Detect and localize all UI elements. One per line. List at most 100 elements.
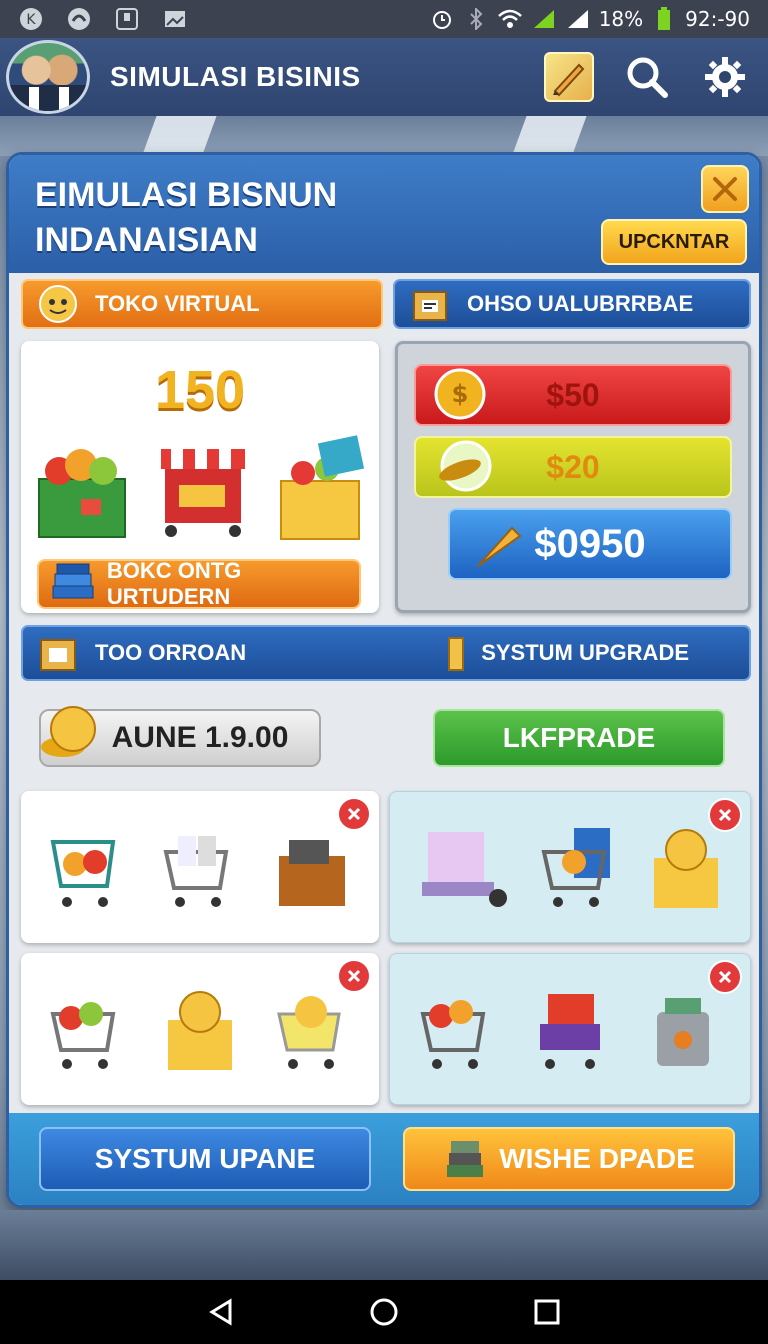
shopping-cart-icon <box>163 836 229 907</box>
remove-badge[interactable] <box>337 959 371 993</box>
close-icon <box>718 808 732 822</box>
systum-upgrade-label: SYSTUM UPGRADE <box>481 640 689 665</box>
item-card-1[interactable] <box>21 791 379 943</box>
remove-badge[interactable] <box>337 797 371 831</box>
close-icon <box>347 807 361 821</box>
crate-icon <box>407 281 453 327</box>
shopping-cart-icon <box>50 840 116 907</box>
price-panel: $ $50 $20 $0950 <box>395 341 751 613</box>
toko-action-label: BOKC ONTG URTUDERN <box>106 558 242 609</box>
upgrade-section-bar: TOO ORROAN SYSTUM UPGRADE <box>21 625 751 681</box>
books-icon <box>447 1141 484 1177</box>
cooker-icon <box>657 998 710 1066</box>
ceiling-background <box>0 116 768 156</box>
panel-title-line1: EIMULASI BISNUN <box>35 176 338 214</box>
pencil-icon <box>553 63 585 97</box>
item-card-2[interactable] <box>389 791 751 943</box>
coin-box-icon <box>167 991 232 1070</box>
svg-text:$: $ <box>452 380 469 408</box>
price-blue-button[interactable]: $0950 <box>448 508 732 580</box>
panel-header: EIMULASI BISNUN INDANAISIAN UPCKNTAR <box>9 155 759 273</box>
gift-box-icon <box>280 435 365 540</box>
toko-count: 150 <box>154 360 246 420</box>
shopping-cart-icon <box>50 1002 116 1069</box>
upgrade-green-button[interactable]: LKFPRADE <box>433 709 725 767</box>
back-icon <box>209 1298 232 1326</box>
avatar[interactable] <box>6 40 90 114</box>
shopping-cart-icon <box>276 996 341 1069</box>
signal-icon <box>531 6 557 32</box>
shopping-cart-icon <box>541 828 610 907</box>
close-icon <box>718 970 732 984</box>
crate-icon <box>35 630 81 676</box>
price-red-label: $50 <box>546 376 600 413</box>
store-items-illustration <box>38 435 365 540</box>
recents-button[interactable] <box>522 1287 572 1337</box>
edit-button[interactable] <box>544 52 594 102</box>
close-button[interactable] <box>701 165 749 213</box>
wifi-icon <box>497 6 523 32</box>
svg-text:K: K <box>26 12 36 28</box>
bottom-action-strip: SYSTUM UPANE WISHE DPADE <box>9 1113 759 1205</box>
item-card-3[interactable] <box>21 953 379 1105</box>
app-header: SIMULASI BISINIS <box>0 38 768 116</box>
app-notification-icon <box>66 6 92 32</box>
status-bar: K 18% 92:-90 <box>0 0 768 38</box>
recents-icon <box>534 1299 560 1325</box>
item-card-4[interactable] <box>389 953 751 1105</box>
upgrade-button[interactable]: UPCKNTAR <box>601 219 747 265</box>
battery-percent: 18% <box>598 7 644 31</box>
cone-icon <box>477 526 522 567</box>
market-stall-icon <box>161 449 245 537</box>
wishe-dpade-label: WISHE DPADE <box>499 1143 695 1174</box>
books-icon <box>52 563 94 599</box>
gear-coin-icon: $ <box>434 368 486 420</box>
toko-action-button[interactable]: BOKC ONTG URTUDERN <box>37 558 361 609</box>
home-button[interactable] <box>359 1287 409 1337</box>
bluetooth-icon <box>463 6 489 32</box>
panel-title-line2: INDANAISIAN <box>35 221 258 259</box>
scroll-icon <box>448 637 465 671</box>
coin-box-icon <box>654 829 718 908</box>
battery-icon <box>651 6 677 32</box>
price-yellow-label: $20 <box>546 448 600 485</box>
alarm-icon <box>429 6 455 32</box>
image-icon <box>162 6 188 32</box>
signal-icon-2 <box>565 6 591 32</box>
price-yellow-button[interactable]: $20 <box>414 436 732 498</box>
clock: 92:-90 <box>685 7 750 31</box>
gear-icon <box>705 57 745 97</box>
wishe-dpade-button[interactable]: WISHE DPADE <box>403 1127 735 1191</box>
pallet-goods-icon <box>422 832 507 907</box>
coin-balance: AUNE 1.9.00 <box>39 706 321 767</box>
systum-upane-button[interactable]: SYSTUM UPANE <box>39 1127 371 1191</box>
business-sim-panel: EIMULASI BISNUN INDANAISIAN UPCKNTAR TOK… <box>6 152 762 1208</box>
price-red-button[interactable]: $ $50 <box>414 364 732 426</box>
coin-balance-value: AUNE 1.9.00 <box>111 721 289 754</box>
ohso-label: OHSO UALUBRRBAE <box>467 291 694 316</box>
app-title: SIMULASI BISINIS <box>110 61 361 92</box>
gold-coins-icon <box>41 706 96 757</box>
remove-badge[interactable] <box>708 960 742 994</box>
download-icon <box>114 6 140 32</box>
coin-stack-icon <box>439 440 492 492</box>
shop-mascot-icon <box>35 281 81 327</box>
close-icon <box>347 969 361 983</box>
close-icon <box>713 177 737 201</box>
search-button[interactable] <box>622 52 672 102</box>
floor-background <box>0 1210 768 1280</box>
settings-button[interactable] <box>700 52 750 102</box>
goods-box-icon <box>278 840 345 906</box>
home-icon <box>370 1298 398 1326</box>
toko-virtual-label: TOKO VIRTUAL <box>95 291 260 316</box>
toko-virtual-bar[interactable]: TOKO VIRTUAL <box>21 279 383 329</box>
remove-badge[interactable] <box>708 798 742 832</box>
fruit-crate-icon <box>38 449 126 538</box>
system-nav-bar <box>0 1280 768 1344</box>
ohso-bar[interactable]: OHSO UALUBRRBAE <box>393 279 751 329</box>
toko-card: 150 BOKC ONTG URTUDERN <box>21 341 379 613</box>
search-icon <box>627 57 668 98</box>
price-blue-label: $0950 <box>534 521 646 566</box>
back-button[interactable] <box>196 1287 246 1337</box>
shop-cart-icon <box>539 994 600 1069</box>
